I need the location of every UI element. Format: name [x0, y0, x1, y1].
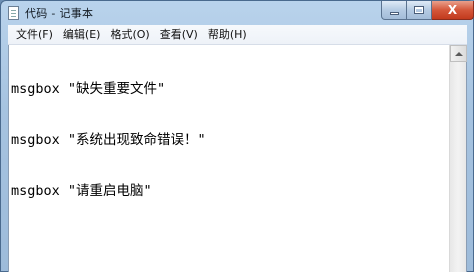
close-button[interactable]: X [432, 1, 474, 20]
vertical-scrollbar[interactable] [449, 45, 467, 272]
menu-help[interactable]: 帮助(H) [203, 25, 252, 45]
text-editor[interactable]: msgbox "缺失重要文件" msgbox "系统出现致命错误！" msgbo… [8, 45, 467, 272]
menu-view[interactable]: 查看(V) [155, 25, 203, 45]
scroll-up-arrow-icon[interactable] [450, 45, 467, 62]
text-line: msgbox "请重启电脑" [11, 183, 152, 199]
menu-bar: 文件(F) 编辑(E) 格式(O) 查看(V) 帮助(H) [8, 25, 467, 45]
menu-format[interactable]: 格式(O) [105, 25, 154, 45]
maximize-button[interactable] [407, 1, 432, 20]
maximize-icon [414, 6, 424, 14]
window-title: 代码 - 记事本 [25, 7, 94, 20]
text-line: msgbox "缺失重要文件" [11, 81, 166, 97]
text-line: msgbox "系统出现致命错误！" [11, 132, 206, 148]
title-bar[interactable]: 代码 - 记事本 X [1, 1, 474, 25]
menu-edit[interactable]: 编辑(E) [58, 25, 106, 45]
close-icon: X [447, 3, 458, 17]
minimize-button[interactable] [381, 1, 407, 20]
notepad-icon[interactable] [8, 6, 19, 20]
notepad-window: 代码 - 记事本 X 文件(F) 编辑(E) 格式(O) 查看(V) 帮助(H)… [0, 0, 474, 272]
menu-file[interactable]: 文件(F) [11, 25, 58, 45]
document-text-area[interactable]: msgbox "缺失重要文件" msgbox "系统出现致命错误！" msgbo… [9, 47, 450, 271]
minimize-icon [389, 11, 399, 15]
